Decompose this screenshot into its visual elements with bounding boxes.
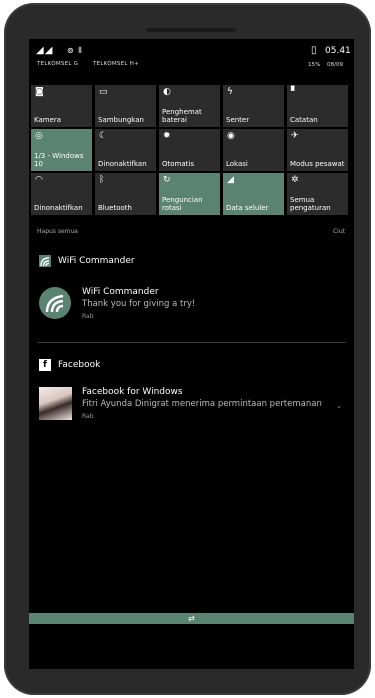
status-bar: ◢◢ ⊚ ⦀ TELKOMSEL G TELKOMSEL H+ ▯ 05.41 … [29,39,354,79]
clock: 05.41 [325,46,351,56]
carrier-1: TELKOMSEL G [37,61,79,67]
location-icon: ◉ [227,131,235,141]
signal-strength-icon: ◢◢ [36,45,54,56]
date: 08/09 [327,62,344,68]
tile-label: Kamera [34,116,62,124]
tile-label: Dinonaktifkan [98,160,147,168]
wifi-icon: ◠ [35,175,43,185]
tile-label: 1/3 - Windows 10 [34,152,84,168]
battery-icon: ▯ [311,45,317,56]
wifi-commander-logo-icon [39,255,51,267]
collapse-button[interactable]: Ciut [333,228,345,235]
drag-handle-bar[interactable]: ⇄ [29,613,354,624]
tile-catatan[interactable]: ▘ Catatan [287,85,348,127]
bluetooth-icon: ᛒ [99,175,105,185]
tile-sambungkan[interactable]: ▭ Sambungkan [95,85,156,127]
tile-lokasi[interactable]: ◉ Lokasi [223,129,284,171]
settings-icon: ✲ [291,175,299,185]
airplane-icon: ✈ [291,131,299,141]
tile-label: Sambungkan [98,116,144,124]
clear-all-button[interactable]: Hapus semua [37,228,78,235]
tile-dinonaktifkan[interactable]: ◠ Dinonaktifkan [31,173,92,215]
tile-penghemat-baterai[interactable]: ◐ Penghemat baterai [159,85,220,127]
app-header-facebook[interactable]: f Facebook [39,359,100,371]
facebook-logo-icon: f [39,359,51,371]
notification-body: Thank you for giving a try! [82,299,196,309]
notification-time: Rab [82,413,94,420]
tile-senter[interactable]: ϟ Senter [223,85,284,127]
wifi-commander-avatar-icon [39,287,71,319]
sender-avatar [39,387,72,420]
tile-bluetooth[interactable]: ᛒ Bluetooth [95,173,156,215]
app-header-label: WiFi Commander [58,256,135,266]
battery-saver-icon: ◐ [163,87,171,97]
tile-label: Data seluler [226,204,269,212]
notification-title: WiFi Commander [82,287,159,297]
divider [37,342,346,343]
wifi-icon: ◎ [35,131,43,141]
note-icon: ▘ [291,87,298,97]
quiet-hours-icon: ☾ [99,131,108,141]
app-header-label: Facebook [58,360,101,370]
rotation-lock-icon: ↻ [163,175,171,185]
flashlight-icon: ϟ [227,87,233,97]
notification-body: Fitri Ayunda Dinigrat menerima permintaa… [82,399,322,409]
tile-dinonaktifkan[interactable]: ☾ Dinonaktifkan [95,129,156,171]
tile-otomatis[interactable]: ✹ Otomatis [159,129,220,171]
tile-label: Otomatis [162,160,194,168]
tile-label: Catatan [290,116,318,124]
phone-frame: ◢◢ ⊚ ⦀ TELKOMSEL G TELKOMSEL H+ ▯ 05.41 … [4,3,371,695]
tile-label: Bluetooth [98,204,132,212]
notification-time: Rab [82,313,94,320]
swap-icon: ⇄ [188,614,195,623]
tile-data-seluler[interactable]: ◢ Data seluler [223,173,284,215]
tile-label: Senter [226,116,250,124]
notification-title: Facebook for Windows [82,387,183,397]
battery-percent: 15% [308,62,321,68]
tile-label: Lokasi [226,160,248,168]
notification-facebook[interactable]: Facebook for Windows Fitri Ayunda Dinigr… [39,387,344,423]
cellular-data-icon: ◢ [227,175,234,185]
tile-label: Penghemat baterai [162,108,202,124]
notification-wifi-commander[interactable]: WiFi Commander Thank you for giving a tr… [39,287,344,323]
tile-label: Dinonaktifkan [34,204,83,212]
tile-penguncian-rotasi[interactable]: ↻ Penguncian rotasi [159,173,220,215]
tile-semua-pengaturan[interactable]: ✲ Semua pengaturan [287,173,348,215]
camera-icon: ◙ [35,87,44,97]
brightness-icon: ✹ [163,131,171,141]
tile-label: Penguncian rotasi [162,196,203,212]
speaker-grille [146,28,236,32]
tile-modus-pesawat[interactable]: ✈ Modus pesawat [287,129,348,171]
tile-label: Semua pengaturan [290,196,331,212]
action-center: ◢◢ ⊚ ⦀ TELKOMSEL G TELKOMSEL H+ ▯ 05.41 … [29,39,354,669]
carrier-2: TELKOMSEL H+ [93,61,139,67]
status-extra-icons: ⊚ ⦀ [67,46,83,55]
tile-label: Modus pesawat [290,160,345,168]
app-header-wifi-commander[interactable]: WiFi Commander [39,255,135,267]
tile-kamera[interactable]: ◙ Kamera [31,85,92,127]
tile-1-3-windows-10[interactable]: ◎ 1/3 - Windows 10 [31,129,92,171]
expand-chevron-icon[interactable]: ⌄ [336,402,342,410]
project-icon: ▭ [99,87,108,97]
